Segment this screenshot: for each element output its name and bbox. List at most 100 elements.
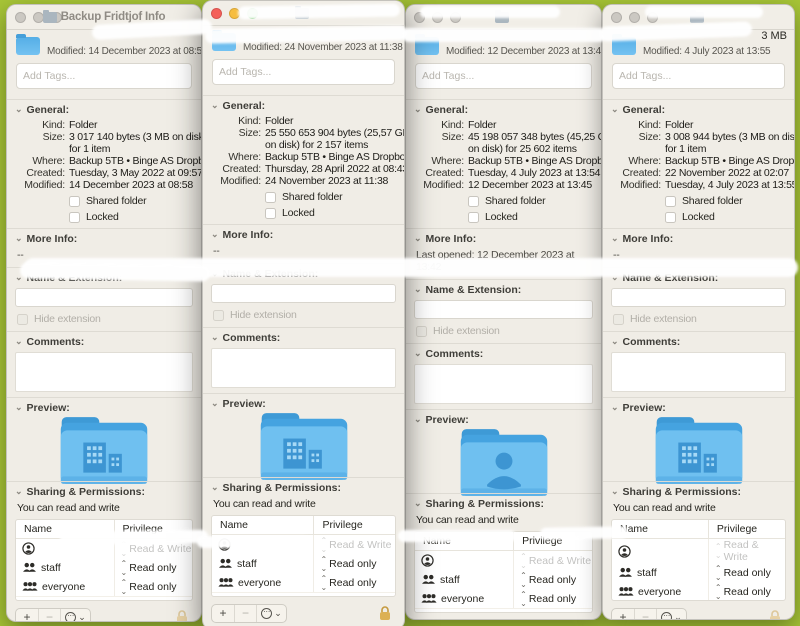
chevron-down-icon[interactable]: ⌄ — [611, 106, 619, 112]
hide-extension-checkbox[interactable] — [17, 314, 28, 325]
add-permission-button[interactable]: + — [16, 609, 38, 623]
privilege-select[interactable]: ⌃⌄ Read only — [314, 574, 395, 592]
name-extension-input[interactable] — [611, 288, 786, 307]
section-title: Name & Extension: — [426, 284, 522, 296]
privilege-select[interactable]: ⌃⌄ Read only — [314, 555, 395, 573]
privilege-select[interactable]: ⌃⌄ Read only — [115, 559, 192, 577]
created-label: Created: — [414, 167, 464, 179]
add-tags-input[interactable] — [212, 59, 395, 85]
close-button[interactable] — [15, 12, 26, 23]
lock-icon[interactable] — [378, 605, 392, 621]
chevron-down-icon[interactable]: ⌄ — [414, 350, 422, 356]
add-tags-input[interactable] — [612, 63, 785, 89]
table-row-everyone[interactable]: everyone ⌃⌄ Read only — [612, 582, 785, 601]
hide-extension-checkbox[interactable] — [416, 326, 427, 337]
privilege-select[interactable]: ⌃⌄ Read only — [709, 583, 785, 601]
comments-input[interactable] — [414, 364, 593, 404]
table-row-staff[interactable]: staff ⌃⌄ Read only — [612, 563, 785, 582]
shared-folder-label: Shared folder — [86, 195, 146, 207]
table-row-staff[interactable]: staff ⌃⌄ Read only — [415, 570, 592, 589]
minimize-button[interactable] — [629, 12, 640, 23]
add-tags-input[interactable] — [415, 63, 592, 89]
privilege-select[interactable]: ⌃⌄ Read only — [709, 564, 785, 582]
table-row-everyone[interactable]: everyone ⌃⌄ Read only — [212, 573, 395, 592]
zoom-button[interactable] — [51, 12, 62, 23]
privilege-select[interactable]: ⌃⌄ Read only — [514, 571, 592, 589]
remove-permission-button[interactable]: − — [634, 609, 656, 621]
add-permission-button[interactable]: + — [212, 605, 234, 622]
name-extension-input[interactable] — [414, 300, 593, 319]
chevron-down-icon[interactable]: ⌄ — [15, 488, 23, 494]
created-value: Tuesday, 4 July 2023 at 13:54 — [468, 167, 602, 179]
privilege-select[interactable]: ⌃⌄ Read & Write — [709, 539, 785, 563]
shared-folder-label: Shared folder — [282, 191, 342, 203]
chevron-down-icon[interactable]: ⌄ — [611, 404, 619, 410]
privilege-select[interactable]: ⌃⌄ Read only — [115, 578, 192, 596]
modified-summary: Modified: 12 December 2023 at 13:45 — [446, 46, 592, 57]
chevron-down-icon[interactable]: ⌄ — [414, 416, 422, 422]
chevron-down-icon[interactable]: ⌄ — [211, 400, 219, 406]
locked-checkbox[interactable] — [265, 208, 276, 219]
chevron-down-icon[interactable]: ⌄ — [211, 484, 219, 490]
chevron-down-icon[interactable]: ⌄ — [15, 338, 23, 344]
permission-actions-menu[interactable]: ⋯⌄ — [60, 609, 90, 623]
remove-permission-button[interactable]: − — [234, 605, 256, 622]
locked-checkbox[interactable] — [665, 212, 676, 223]
lock-icon[interactable] — [175, 609, 189, 622]
close-button[interactable] — [211, 8, 222, 19]
chevron-down-icon[interactable]: ⌄ — [611, 338, 619, 344]
chevron-down-icon[interactable]: ⌄ — [611, 488, 619, 494]
folder-icon — [16, 37, 40, 55]
name-extension-input[interactable] — [15, 288, 193, 307]
shared-folder-checkbox[interactable] — [468, 196, 479, 207]
comments-input[interactable] — [15, 352, 193, 392]
name-extension-input[interactable] — [211, 284, 396, 303]
permission-actions-menu[interactable]: ⋯⌄ — [256, 605, 286, 622]
table-row-staff[interactable]: staff ⌃⌄ Read only — [16, 558, 192, 577]
permission-actions-menu[interactable]: ⋯⌄ — [656, 609, 686, 621]
modified-label: Modified: — [611, 179, 661, 191]
user-circle-icon — [421, 554, 434, 567]
hide-extension-checkbox[interactable] — [213, 310, 224, 321]
table-row-owner[interactable]: ⌃⌄ Read & Write — [612, 539, 785, 563]
chevron-down-icon[interactable]: ⌄ — [611, 235, 619, 241]
shared-folder-checkbox[interactable] — [265, 192, 276, 203]
chevron-down-icon[interactable]: ⌄ — [15, 106, 23, 112]
size-value: 3 008 944 bytes (3 MB on disk) for 1 ite… — [665, 131, 795, 155]
comments-input[interactable] — [211, 348, 396, 388]
chevron-down-icon[interactable]: ⌄ — [414, 106, 422, 112]
ellipsis-icon: ⋯ — [661, 612, 672, 621]
chevron-down-icon[interactable]: ⌄ — [414, 235, 422, 241]
chevron-down-icon[interactable]: ⌄ — [15, 404, 23, 410]
table-row-everyone[interactable]: everyone ⌃⌄ Read only — [16, 577, 192, 596]
locked-checkbox[interactable] — [468, 212, 479, 223]
table-row-everyone[interactable]: everyone ⌃⌄ Read only — [415, 589, 592, 608]
lock-icon[interactable] — [768, 609, 782, 620]
table-row-owner[interactable]: ⌃⌄ Read & Write — [415, 551, 592, 570]
remove-permission-button[interactable]: − — [38, 609, 60, 623]
chevron-down-icon[interactable]: ⌄ — [15, 235, 23, 241]
folder-preview-icon — [57, 414, 151, 488]
chevron-down-icon[interactable]: ⌄ — [211, 231, 219, 237]
section-title: General: — [426, 104, 469, 116]
minimize-button[interactable] — [33, 12, 44, 23]
shared-folder-checkbox[interactable] — [69, 196, 80, 207]
close-button[interactable] — [611, 12, 622, 23]
shared-folder-checkbox[interactable] — [665, 196, 676, 207]
comments-input[interactable] — [611, 352, 786, 392]
privilege-select[interactable]: ⌃⌄ Read only — [514, 590, 592, 608]
add-tags-input[interactable] — [16, 63, 192, 89]
comments-section: ⌄Comments: — [603, 331, 794, 397]
locked-checkbox[interactable] — [69, 212, 80, 223]
privilege-select[interactable]: ⌃⌄ Read & Write — [314, 536, 395, 554]
chevron-down-icon[interactable]: ⌄ — [414, 500, 422, 506]
chevron-down-icon[interactable]: ⌄ — [211, 102, 219, 108]
shared-folder-label: Shared folder — [682, 195, 742, 207]
modified-summary: Modified: 14 December 2023 at 08:58 — [47, 46, 192, 57]
table-row-staff[interactable]: staff ⌃⌄ Read only — [212, 554, 395, 573]
hide-extension-checkbox[interactable] — [613, 314, 624, 325]
chevron-down-icon[interactable]: ⌄ — [414, 286, 422, 292]
chevron-down-icon[interactable]: ⌄ — [211, 334, 219, 340]
privilege-select[interactable]: ⌃⌄ Read & Write — [514, 552, 592, 570]
add-permission-button[interactable]: + — [612, 609, 634, 621]
